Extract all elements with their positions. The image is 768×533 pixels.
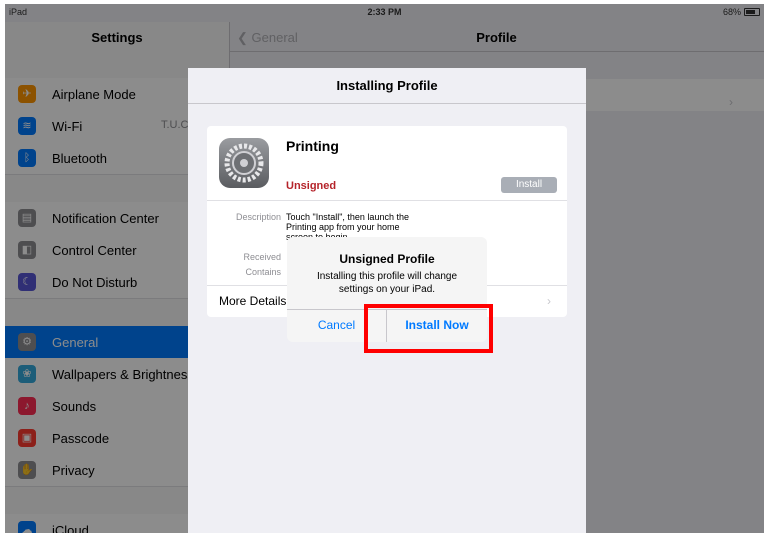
chevron-right-icon: › xyxy=(547,294,551,308)
profile-name: Printing xyxy=(286,138,339,154)
ipad-screen: iPad 2:33 PM 68% Settings ✈ Airplane Mod… xyxy=(5,4,764,533)
settings-gear-icon xyxy=(219,138,269,188)
contains-label: Contains xyxy=(245,267,281,277)
install-button[interactable]: Install xyxy=(501,177,557,193)
received-label: Received xyxy=(243,252,281,262)
description-label: Description xyxy=(235,212,281,222)
signed-status: Unsigned xyxy=(286,180,337,192)
sheet-divider xyxy=(188,103,586,104)
sheet-title: Installing Profile xyxy=(336,78,438,93)
more-details-row[interactable]: More Details xyxy=(219,294,286,308)
alert-message: Installing this profile will change sett… xyxy=(316,271,458,295)
card-divider xyxy=(207,200,567,201)
highlight-box xyxy=(364,304,493,353)
alert-title: Unsigned Profile xyxy=(339,252,435,266)
